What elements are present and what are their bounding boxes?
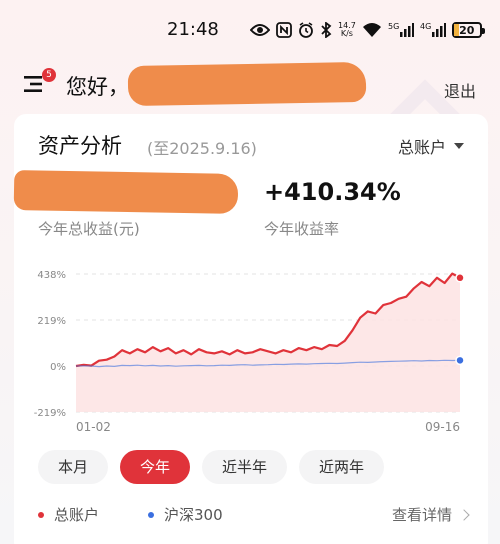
status-time: 21:48 — [167, 19, 219, 40]
range-tabs: 本月 今年 近半年 近两年 — [38, 450, 385, 486]
triangle-down-icon — [454, 143, 464, 149]
notification-badge: 5 — [42, 68, 56, 82]
status-bar: 21:48 14.7 K/s 5G 4G 20 — [0, 0, 500, 58]
y-tick-label: -219% — [34, 408, 66, 419]
range-tab[interactable]: 本月 — [38, 450, 109, 484]
account-selector-label: 总账户 — [397, 138, 446, 157]
as-of-date: (至2025.9.16) — [147, 139, 257, 158]
bluetooth-icon — [320, 22, 332, 38]
chart-legend: 总账户 沪深300 查看详情 — [38, 504, 470, 528]
y-tick-label: 219% — [37, 316, 66, 327]
range-tab[interactable]: 近两年 — [299, 450, 385, 484]
legend-account-label: 总账户 — [54, 506, 100, 524]
net-speed: 14.7 K/s — [338, 21, 356, 38]
logout-button[interactable]: 退出 — [444, 78, 476, 102]
redacted-username — [127, 61, 367, 107]
svg-text:4G: 4G — [420, 22, 431, 31]
view-details-label: 查看详情 — [391, 506, 452, 524]
wifi-icon — [362, 22, 382, 38]
series-end-point — [455, 355, 465, 366]
series-end-point — [455, 273, 465, 283]
eye-icon — [250, 23, 270, 37]
battery-icon: 20 — [451, 22, 485, 38]
return-chart-svg: 438% 219% 0% -219% 01-02 09-16 — [34, 270, 465, 434]
range-tab[interactable]: 近半年 — [202, 450, 288, 484]
return-chart: 438% 219% 0% -219% 01-02 09-16 — [14, 264, 488, 444]
return-rate-value: +410.34% — [264, 178, 401, 206]
signal-4g-icon: 4G — [420, 22, 446, 38]
legend-account-dot — [38, 511, 44, 518]
y-tick-label: 438% — [37, 270, 66, 281]
app-header: 5 您好， 退出 — [0, 58, 500, 207]
x-tick-label: 09-16 — [425, 420, 460, 434]
view-details-link[interactable]: 查看详情 — [391, 504, 470, 525]
chevron-right-icon — [458, 508, 470, 521]
redacted-income-value — [13, 170, 239, 214]
status-icons: 14.7 K/s 5G 4G 20 — [250, 18, 485, 42]
legend-account: 总账户 — [38, 504, 99, 525]
svg-text:5G: 5G — [388, 22, 399, 31]
income-label: 今年总收益(元) — [38, 220, 140, 238]
series-area-fill — [76, 273, 460, 412]
alarm-icon — [298, 22, 314, 38]
legend-index-dot — [148, 511, 154, 518]
asset-analysis-card: 资产分析 (至2025.9.16) 总账户 今年总收益(元) +410.34% … — [13, 114, 488, 544]
greeting-text: 您好， — [66, 75, 129, 99]
x-tick-label: 01-02 — [76, 420, 111, 434]
return-rate-label: 今年收益率 — [264, 220, 340, 238]
signal-5g-icon: 5G — [388, 22, 414, 38]
card-title: 资产分析 — [38, 134, 122, 158]
legend-index: 沪深300 — [148, 504, 223, 525]
y-tick-label: 0% — [50, 362, 66, 373]
account-selector[interactable]: 总账户 — [398, 134, 464, 158]
legend-index-label: 沪深300 — [164, 506, 223, 524]
nfc-icon — [276, 22, 292, 38]
range-tab[interactable]: 今年 — [120, 450, 191, 484]
